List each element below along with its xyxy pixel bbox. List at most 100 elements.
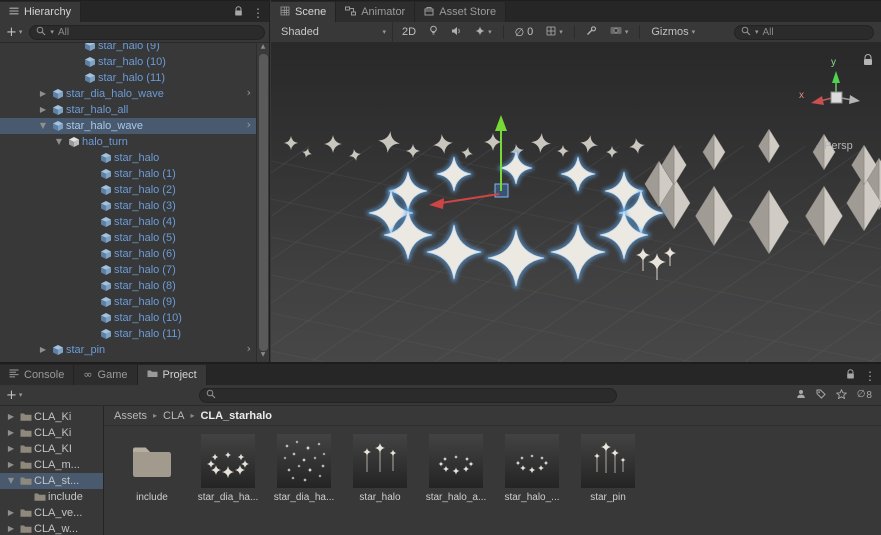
shading-mode-dropdown[interactable]: Shaded ▾ xyxy=(275,22,393,42)
tree-item-halo-turn[interactable]: ▼ halo_turn xyxy=(0,134,269,150)
breadcrumb-item[interactable]: CLA xyxy=(163,410,184,422)
tree-item-star-halo-6[interactable]: star_halo (6) xyxy=(0,246,269,262)
tree-item-star-halo-1[interactable]: star_halo (1) xyxy=(0,166,269,182)
tree-item-star-halo-9[interactable]: star_halo (9) xyxy=(0,43,269,54)
asset-preview-thumbnail[interactable] xyxy=(277,434,331,488)
tree-item-star-halo-4[interactable]: star_halo (4) xyxy=(0,214,269,230)
fold-arrow-icon[interactable]: ▼ xyxy=(52,138,66,146)
tab-scene[interactable]: Scene xyxy=(271,2,337,22)
tree-item-star-pin[interactable]: ▶ star_pin › xyxy=(0,342,269,358)
create-menu-button[interactable]: + ▾ xyxy=(4,26,24,39)
tree-item-star-halo-10[interactable]: star_halo (10) xyxy=(0,310,269,326)
tree-item-cla-ki[interactable]: ▶ CLA_Ki xyxy=(0,425,103,441)
asset-preview-thumbnail[interactable] xyxy=(353,434,407,488)
search-filter-caret-icon[interactable]: ▾ xyxy=(755,28,759,36)
tree-item-cla-ki[interactable]: ▶ CLA_KI xyxy=(0,441,103,457)
scene-audio-toggle[interactable] xyxy=(447,22,466,42)
folder-icon[interactable] xyxy=(125,434,179,488)
editor-tools-button[interactable] xyxy=(582,22,601,42)
project-search-input[interactable] xyxy=(198,387,617,403)
tree-item-include[interactable]: include xyxy=(0,489,103,505)
fold-arrow-icon[interactable]: ▶ xyxy=(4,509,18,517)
fold-arrow-icon[interactable]: ▶ xyxy=(4,429,18,437)
tree-item-star-halo-2[interactable]: star_halo (2) xyxy=(0,182,269,198)
scene-search-input[interactable]: ▾ All xyxy=(734,24,874,40)
fold-arrow-icon[interactable]: ▶ xyxy=(4,525,18,533)
fold-arrow-icon[interactable]: ▶ xyxy=(36,346,50,354)
fold-arrow-icon[interactable]: ▶ xyxy=(36,106,50,114)
scene-lighting-toggle[interactable] xyxy=(425,22,442,42)
fold-arrow-icon[interactable]: ▶ xyxy=(4,445,18,453)
tab-game[interactable]: ∞ Game xyxy=(74,365,138,385)
gizmos-dropdown[interactable]: Gizmos ▾ xyxy=(647,22,699,42)
persp-label[interactable]: Persp xyxy=(824,140,853,152)
tree-item-cla-w[interactable]: ▶ CLA_w... xyxy=(0,521,103,535)
tree-item-star-halo-5[interactable]: star_halo (5) xyxy=(0,230,269,246)
tree-item-star-halo-wave[interactable]: ▼ star_halo_wave › xyxy=(0,118,269,134)
tree-item-star-halo-8[interactable]: star_halo (8) xyxy=(0,278,269,294)
asset-tile-star-dia-ha[interactable]: star_dia_ha... xyxy=(272,434,336,503)
search-by-type-icon[interactable] xyxy=(796,389,806,402)
scene-visibility-toggle[interactable]: ∅ 0 xyxy=(511,22,538,42)
tab-asset-store[interactable]: Asset Store xyxy=(415,2,507,22)
hierarchy-scrollbar[interactable]: ▲ ▼ xyxy=(256,43,269,362)
kebab-menu-icon[interactable]: ⋮ xyxy=(864,370,876,382)
scrollbar-thumb[interactable] xyxy=(258,54,268,351)
lock-icon[interactable] xyxy=(846,369,855,383)
tree-item-cla-st[interactable]: ▼ CLA_st... xyxy=(0,473,103,489)
asset-preview-thumbnail[interactable] xyxy=(505,434,559,488)
breadcrumb-item[interactable]: CLA_starhalo xyxy=(200,410,272,422)
kebab-menu-icon[interactable]: ⋮ xyxy=(252,7,264,19)
toggle-2d-button[interactable]: 2D xyxy=(398,22,420,42)
asset-preview-thumbnail[interactable] xyxy=(581,434,635,488)
tree-item-star-halo-11[interactable]: star_halo (11) xyxy=(0,326,269,342)
lock-icon[interactable] xyxy=(234,6,243,20)
asset-tile-include[interactable]: include xyxy=(120,434,184,503)
favorites-star-icon[interactable] xyxy=(835,388,847,402)
asset-tile-star-pin[interactable]: star_pin xyxy=(576,434,640,503)
scene-3d-view[interactable]: y x Persp xyxy=(271,43,881,362)
hierarchy-search-input[interactable]: ▾ All xyxy=(29,24,265,40)
fold-arrow-icon[interactable]: ▼ xyxy=(4,477,18,485)
tree-item-star-halo-11[interactable]: star_halo (11) xyxy=(0,70,269,86)
grid-settings-dropdown[interactable]: ▾ xyxy=(542,22,567,42)
tree-item-star-halo-all[interactable]: ▶ star_halo_all xyxy=(0,102,269,118)
scene-viewport[interactable]: y x Persp xyxy=(271,43,881,362)
prefab-open-chevron-icon[interactable]: › xyxy=(247,119,251,130)
asset-tile-star-dia-ha[interactable]: star_dia_ha... xyxy=(196,434,260,503)
search-filter-caret-icon[interactable]: ▾ xyxy=(50,28,54,36)
lock-icon[interactable] xyxy=(864,54,872,66)
asset-preview-thumbnail[interactable] xyxy=(201,434,255,488)
create-asset-menu-button[interactable]: + ▾ xyxy=(4,389,24,402)
camera-settings-dropdown[interactable]: ▾ xyxy=(606,22,633,42)
tree-item-cla-ki[interactable]: ▶ CLA_Ki xyxy=(0,409,103,425)
fold-arrow-icon[interactable]: ▶ xyxy=(4,413,18,421)
scene-effects-dropdown[interactable]: ▾ xyxy=(471,22,496,42)
tree-item-star-dia-halo-wave[interactable]: ▶ star_dia_halo_wave › xyxy=(0,86,269,102)
hidden-packages-count[interactable]: ∅ 8 xyxy=(857,390,872,401)
tree-item-star-halo-9[interactable]: star_halo (9) xyxy=(0,294,269,310)
fold-arrow-icon[interactable]: ▼ xyxy=(36,122,50,130)
tree-item-star-halo-10[interactable]: star_halo (10) xyxy=(0,54,269,70)
fold-arrow-icon[interactable]: ▶ xyxy=(36,90,50,98)
fold-arrow-icon[interactable]: ▶ xyxy=(4,461,18,469)
tree-item-star-halo[interactable]: star_halo xyxy=(0,150,269,166)
asset-preview-thumbnail[interactable] xyxy=(429,434,483,488)
tree-item-star-halo-3[interactable]: star_halo (3) xyxy=(0,198,269,214)
scroll-down-icon[interactable]: ▼ xyxy=(261,352,266,361)
tab-console[interactable]: Console xyxy=(0,365,75,385)
search-by-label-icon[interactable] xyxy=(816,389,826,402)
scroll-up-icon[interactable]: ▲ xyxy=(261,44,266,53)
tab-hierarchy[interactable]: Hierarchy xyxy=(0,2,82,22)
breadcrumb-item[interactable]: Assets xyxy=(114,410,147,422)
tree-item-star-halo-7[interactable]: star_halo (7) xyxy=(0,262,269,278)
tab-project[interactable]: Project xyxy=(137,365,207,385)
asset-tile-star-halo[interactable]: star_halo xyxy=(348,434,412,503)
asset-tile-star-halo-a[interactable]: star_halo_a... xyxy=(424,434,488,503)
asset-tile-star-halo[interactable]: star_halo_... xyxy=(500,434,564,503)
prefab-open-chevron-icon[interactable]: › xyxy=(247,87,251,98)
tree-item-cla-ve[interactable]: ▶ CLA_ve... xyxy=(0,505,103,521)
tree-item-cla-m[interactable]: ▶ CLA_m... xyxy=(0,457,103,473)
tab-animator[interactable]: Animator xyxy=(336,2,416,22)
prefab-open-chevron-icon[interactable]: › xyxy=(247,343,251,354)
